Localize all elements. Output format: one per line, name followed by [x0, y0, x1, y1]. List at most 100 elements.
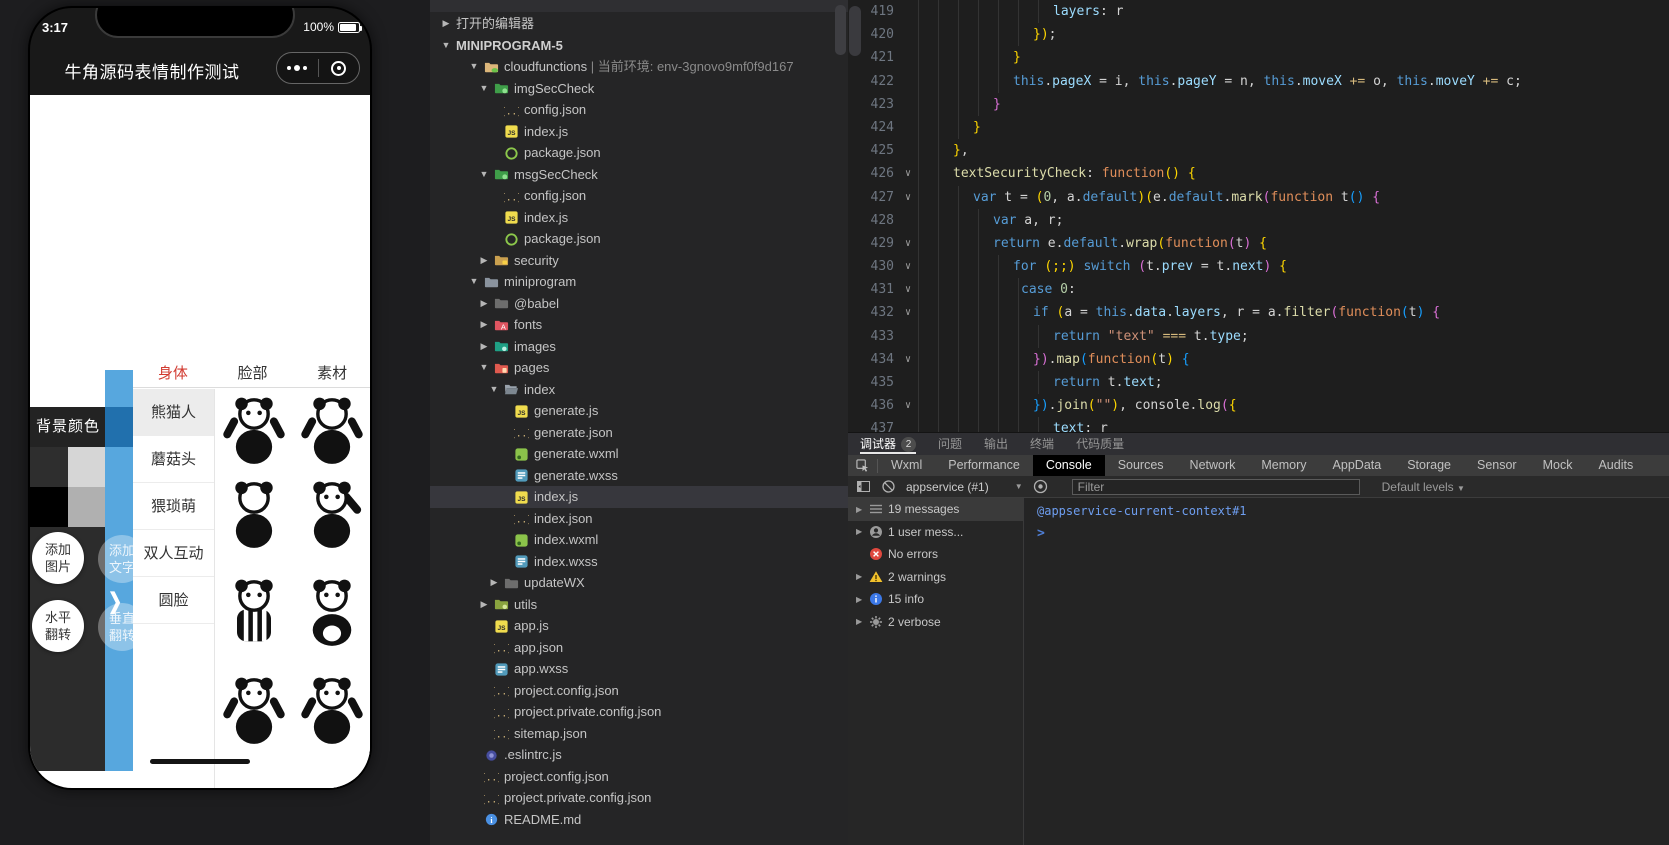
sticker-back[interactable] — [215, 473, 293, 557]
devtools-tab-network[interactable]: Network — [1177, 455, 1249, 476]
tree-item-pages[interactable]: ▼ pages — [430, 357, 848, 379]
console-filter-1-user-mess-[interactable]: ▶ 1 user mess... — [848, 521, 1023, 544]
console-filter-2-verbose[interactable]: ▶ 2 verbose — [848, 611, 1023, 634]
code-editor[interactable]: 419 layers: r 420}); 421} 422 this.pageX = i,… — [848, 0, 1669, 432]
console-filter-19-messages[interactable]: ▶ 19 messages — [848, 498, 1023, 521]
tree-item-package.json[interactable]: package.json — [430, 142, 848, 164]
devtools-tab-console[interactable]: Console — [1032, 455, 1105, 476]
color-swatch[interactable] — [30, 447, 69, 487]
tree-item-MINIPROGRAM-5[interactable]: ▼ MINIPROGRAM-5 — [430, 35, 848, 57]
fold-chevron-icon[interactable]: ∨ — [900, 186, 916, 209]
fold-chevron-icon[interactable]: ∨ — [900, 278, 916, 301]
tree-item-index.wxss[interactable]: index.wxss — [430, 551, 848, 573]
category-item[interactable]: 双人互动 — [133, 530, 214, 577]
fold-chevron-icon[interactable]: ∨ — [900, 394, 916, 417]
tree-item-index[interactable]: ▼ index — [430, 379, 848, 401]
sticker-hug[interactable] — [215, 389, 293, 473]
devtools-tab-wxml[interactable]: Wxml — [878, 455, 935, 476]
panel-tab-代码质量[interactable]: 代码质量 — [1076, 433, 1124, 455]
capsule-button[interactable] — [276, 52, 360, 84]
explorer-scrollbar-thumb[interactable] — [835, 5, 846, 55]
tree-item-images[interactable]: ▶ images — [430, 336, 848, 358]
eye-icon[interactable] — [1033, 479, 1048, 494]
sticker-cheer[interactable] — [293, 389, 370, 473]
log-levels-select[interactable]: Default levels ▼ — [1382, 480, 1465, 494]
tree-item-project.config.json[interactable]: {..} project.config.json — [430, 766, 848, 788]
color-swatch[interactable] — [30, 487, 69, 527]
category-item[interactable]: 蘑菇头 — [133, 436, 214, 483]
devtools-tab-appdata[interactable]: AppData — [1320, 455, 1395, 476]
category-item[interactable]: 熊猫人 — [133, 389, 214, 436]
tree-item-.eslintrc.js[interactable]: .eslintrc.js — [430, 744, 848, 766]
devtools-tab-sensor[interactable]: Sensor — [1464, 455, 1530, 476]
tree-item-cloudfunctions[interactable]: ▼ cloudfunctions | 当前环境: env-3gnovo9mf0f9… — [430, 56, 848, 78]
fold-chevron-icon[interactable]: ∨ — [900, 348, 916, 371]
panel-tab-终端[interactable]: 终端 — [1030, 433, 1054, 455]
panel-tab-输出[interactable]: 输出 — [984, 433, 1008, 455]
tree-item-app.json[interactable]: {..} app.json — [430, 637, 848, 659]
tree-item-project.config.json[interactable]: {..} project.config.json — [430, 680, 848, 702]
console-filter-no-errors[interactable]: No errors — [848, 543, 1023, 566]
tree-item-project.private.config.json[interactable]: {..} project.private.config.json — [430, 701, 848, 723]
sticker-wave[interactable] — [215, 669, 293, 753]
clear-console-icon[interactable] — [881, 479, 896, 494]
tree-item-sitemap.json[interactable]: {..} sitemap.json — [430, 723, 848, 745]
console-prompt[interactable]: > — [1037, 526, 1045, 541]
tree-item-index.js[interactable]: JS index.js — [430, 207, 848, 229]
devtools-tab-memory[interactable]: Memory — [1248, 455, 1319, 476]
tree-item-project.private.config.json[interactable]: {..} project.private.config.json — [430, 787, 848, 809]
category-item[interactable]: 猥琐萌 — [133, 483, 214, 530]
color-swatch[interactable] — [68, 487, 107, 527]
button-水平翻转[interactable]: 水平 翻转 — [32, 600, 84, 652]
sticker-wave2[interactable] — [293, 669, 370, 753]
devtools-tab-performance[interactable]: Performance — [935, 455, 1033, 476]
filter-input[interactable] — [1071, 478, 1360, 495]
tree-item-打开的编辑器[interactable]: ▶ 打开的编辑器 — [430, 13, 848, 35]
devtools-tab-mock[interactable]: Mock — [1530, 455, 1586, 476]
tree-item-README.md[interactable]: i README.md — [430, 809, 848, 831]
tree-item-msgSecCheck[interactable]: ▼ msgSecCheck — [430, 164, 848, 186]
exit-icon[interactable] — [319, 60, 360, 76]
color-swatch[interactable] — [68, 447, 107, 487]
execution-context-select[interactable]: appservice (#1) ▼ — [906, 480, 1023, 494]
devtools-tab-storage[interactable]: Storage — [1394, 455, 1464, 476]
fold-chevron-icon[interactable]: ∨ — [900, 255, 916, 278]
console-output[interactable]: @appservice-current-context#1 > — [1025, 498, 1669, 845]
console-context-link[interactable]: @appservice-current-context#1 — [1037, 504, 1247, 518]
more-icon[interactable] — [277, 65, 318, 71]
tree-item-index.wxml[interactable]: index.wxml — [430, 529, 848, 551]
button-添加图片[interactable]: 添加 图片 — [32, 532, 84, 584]
tree-item-generate.json[interactable]: {..} generate.json — [430, 422, 848, 444]
sidebar-toggle-icon[interactable] — [856, 479, 871, 494]
tree-item-generate.js[interactable]: JS generate.js — [430, 400, 848, 422]
tree-item-app.js[interactable]: JS app.js — [430, 615, 848, 637]
tree-item-security[interactable]: ▶ security — [430, 250, 848, 272]
devtools-tab-sources[interactable]: Sources — [1105, 455, 1177, 476]
tree-item-fonts[interactable]: ▶ Afonts — [430, 314, 848, 336]
tab-身体[interactable]: 身体 — [133, 362, 213, 387]
fold-chevron-icon[interactable]: ∨ — [900, 301, 916, 324]
tree-item-generate.wxss[interactable]: generate.wxss — [430, 465, 848, 487]
sticker-sit[interactable] — [293, 557, 370, 669]
tree-item-index.js[interactable]: JS index.js — [430, 486, 848, 508]
tree-item-utils[interactable]: ▶ utils — [430, 594, 848, 616]
tab-脸部[interactable]: 脸部 — [213, 362, 293, 387]
tree-item-config.json[interactable]: {..} config.json — [430, 185, 848, 207]
tree-item-generate.wxml[interactable]: generate.wxml — [430, 443, 848, 465]
sticker-pajama[interactable] — [215, 557, 293, 669]
sticker-point[interactable] — [293, 473, 370, 557]
tree-item-config.json[interactable]: {..} config.json — [430, 99, 848, 121]
tree-item-index.js[interactable]: JS index.js — [430, 121, 848, 143]
tree-item-imgSecCheck[interactable]: ▼ imgSecCheck — [430, 78, 848, 100]
category-item[interactable]: 圆脸 — [133, 577, 214, 624]
console-filter-15-info[interactable]: ▶ 15 info — [848, 588, 1023, 611]
tab-素材[interactable]: 素材 — [292, 362, 370, 387]
tree-item-index.json[interactable]: {..} index.json — [430, 508, 848, 530]
console-filter-2-warnings[interactable]: ▶ 2 warnings — [848, 566, 1023, 589]
devtools-tab-audits[interactable]: Audits — [1585, 455, 1646, 476]
panel-tab-问题[interactable]: 问题 — [938, 433, 962, 455]
inspect-element-icon[interactable] — [848, 458, 878, 473]
tree-item-miniprogram[interactable]: ▼ miniprogram — [430, 271, 848, 293]
fold-chevron-icon[interactable]: ∨ — [900, 162, 916, 185]
color-swatch-white[interactable] — [30, 388, 107, 407]
